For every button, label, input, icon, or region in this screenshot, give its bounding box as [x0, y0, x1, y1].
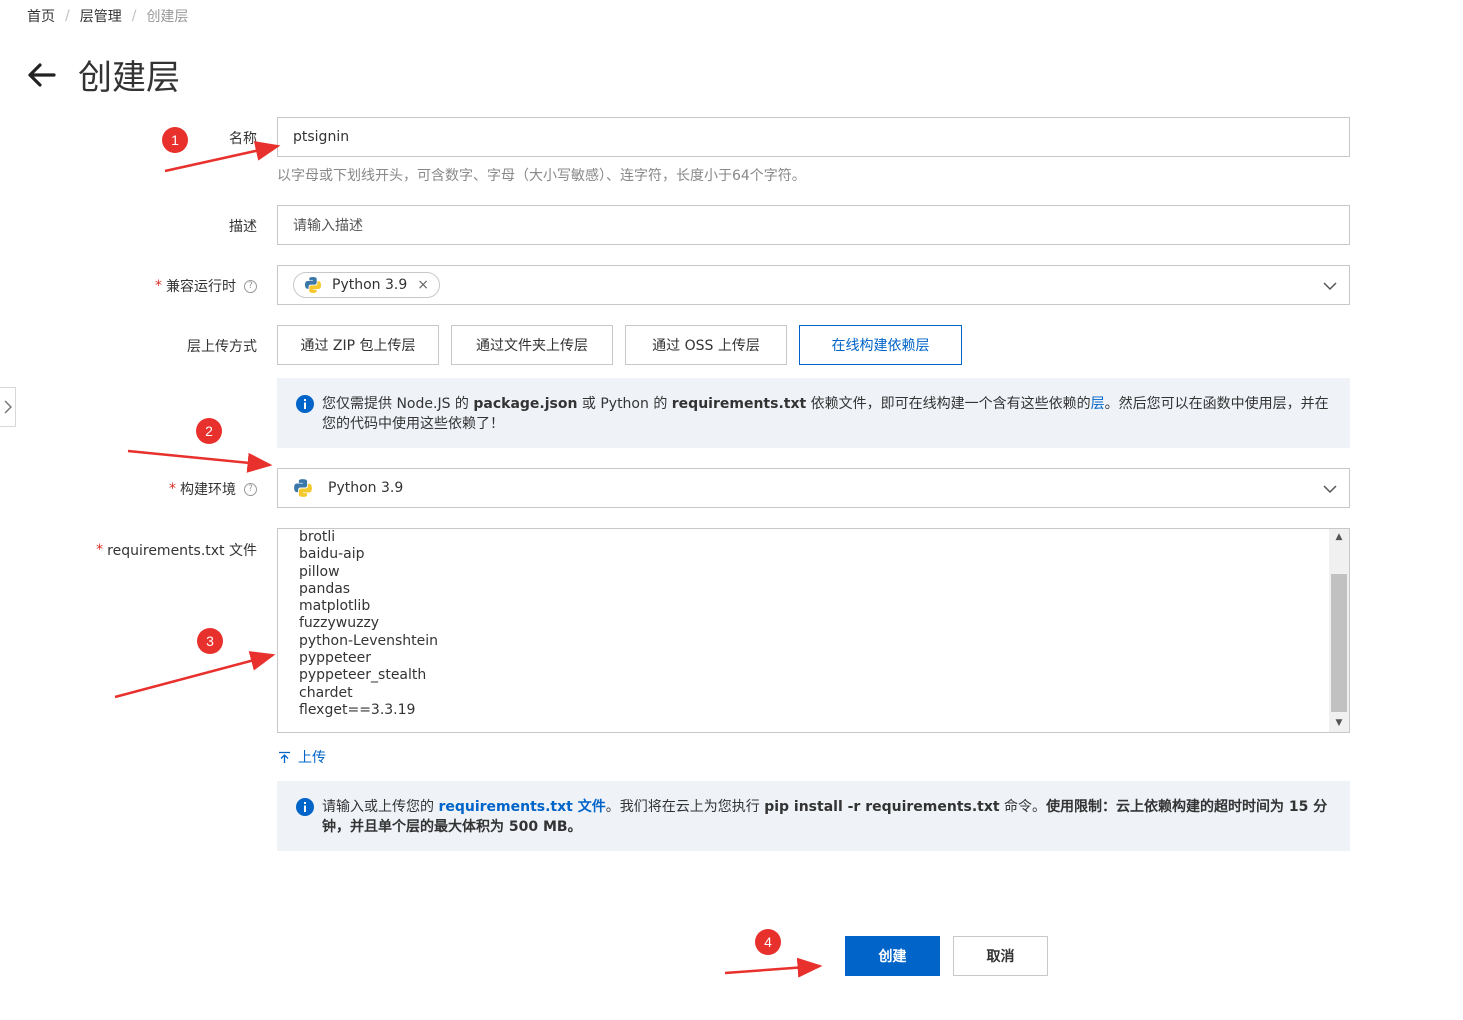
annotation-badge-3: 3 [197, 628, 223, 654]
annotation-badge-1: 1 [162, 127, 188, 153]
annotation-arrows [114, 141, 823, 978]
annotation-arrow-2 [127, 449, 273, 473]
annotation-arrow-4 [724, 957, 823, 978]
annotation-badge-4: 4 [755, 929, 781, 955]
annotation-arrow-3 [114, 651, 276, 699]
annotation-badge-2: 2 [196, 418, 222, 444]
